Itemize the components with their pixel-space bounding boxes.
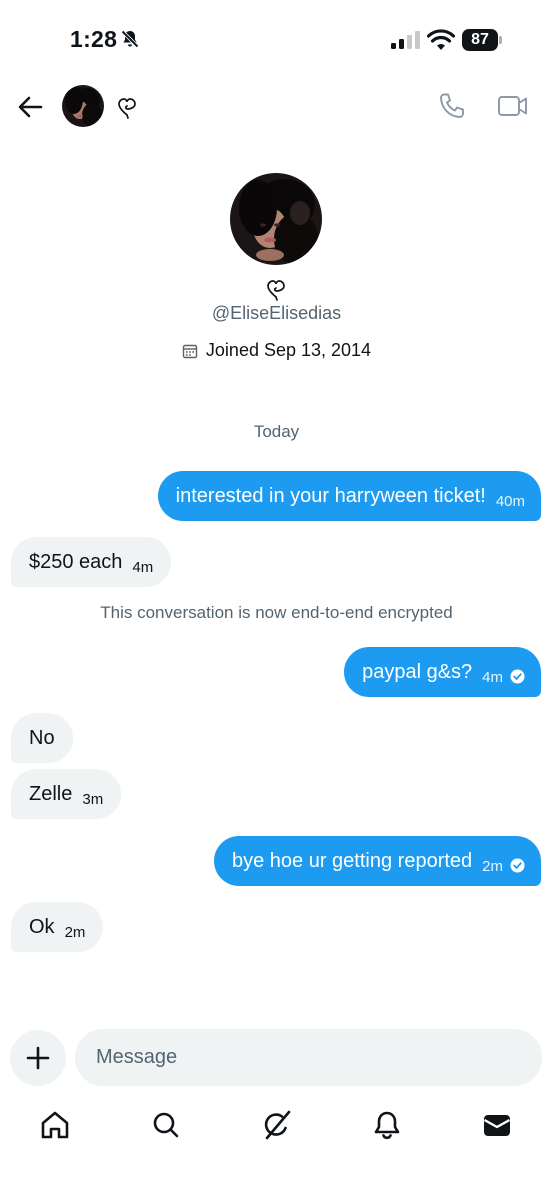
message-time: 2m xyxy=(64,923,86,941)
day-separator: Today xyxy=(253,422,300,441)
read-check-icon xyxy=(510,669,525,683)
calendar-icon xyxy=(182,344,198,358)
heart-glyph-icon xyxy=(267,280,285,301)
message-time: 4m xyxy=(132,558,154,576)
silent-bell-icon xyxy=(121,30,139,48)
home-icon[interactable] xyxy=(38,1108,72,1142)
plus-icon[interactable] xyxy=(10,1030,66,1086)
video-camera-icon[interactable] xyxy=(497,92,529,120)
message-text: paypal g&s? xyxy=(362,660,473,683)
profile-avatar[interactable] xyxy=(230,173,322,265)
battery-indicator: 87 xyxy=(462,29,504,51)
heart-glyph-icon xyxy=(118,98,136,119)
header-avatar[interactable] xyxy=(62,85,104,127)
encryption-notice: This conversation is now end-to-end encr… xyxy=(100,603,453,622)
message-input[interactable] xyxy=(75,1029,542,1086)
message-time: 4m xyxy=(482,668,503,686)
message-bubble-incoming[interactable]: Zelle 3m xyxy=(11,769,122,819)
bell-icon[interactable] xyxy=(370,1108,404,1142)
message-bubble-incoming[interactable]: No xyxy=(11,713,73,763)
battery-nub xyxy=(499,36,502,44)
message-time: 40m xyxy=(495,492,525,510)
message-text: Ok xyxy=(29,915,55,938)
joined-date: Joined Sep 13, 2014 xyxy=(205,340,372,360)
status-time: 1:28 xyxy=(70,26,118,52)
message-bubble-outgoing[interactable]: paypal g&s? 4m xyxy=(344,647,541,697)
wifi-icon xyxy=(427,29,455,50)
messages-icon[interactable] xyxy=(480,1108,514,1142)
search-icon[interactable] xyxy=(149,1108,183,1142)
message-bubble-outgoing[interactable]: interested in your harryween ticket! 40m xyxy=(157,471,541,521)
message-bubble-outgoing[interactable]: bye hoe ur getting reported 2m xyxy=(213,836,541,886)
message-text: interested in your harryween ticket! xyxy=(175,484,486,507)
profile-handle[interactable]: @EliseElisedias xyxy=(0,303,553,324)
battery-level: 87 xyxy=(462,29,498,51)
message-text: bye hoe ur getting reported xyxy=(231,849,473,872)
phone-icon[interactable] xyxy=(438,92,466,120)
conversation-header xyxy=(0,80,553,140)
joined-date-row: Joined Sep 13, 2014 xyxy=(0,340,553,364)
bottom-navigation xyxy=(0,1100,553,1156)
message-text: No xyxy=(29,726,55,749)
message-time: 3m xyxy=(82,790,104,808)
message-time: 2m xyxy=(482,857,503,875)
read-check-icon xyxy=(510,858,525,872)
grok-icon[interactable] xyxy=(260,1108,294,1142)
message-text: $250 each xyxy=(29,550,123,573)
status-bar: 1:28 87 xyxy=(0,0,553,80)
message-bubble-incoming[interactable]: Ok 2m xyxy=(11,902,104,952)
message-text: Zelle xyxy=(29,782,73,805)
message-bubble-incoming[interactable]: $250 each 4m xyxy=(11,537,172,587)
cell-signal-icon xyxy=(391,31,420,49)
arrow-left-icon[interactable] xyxy=(14,90,48,124)
